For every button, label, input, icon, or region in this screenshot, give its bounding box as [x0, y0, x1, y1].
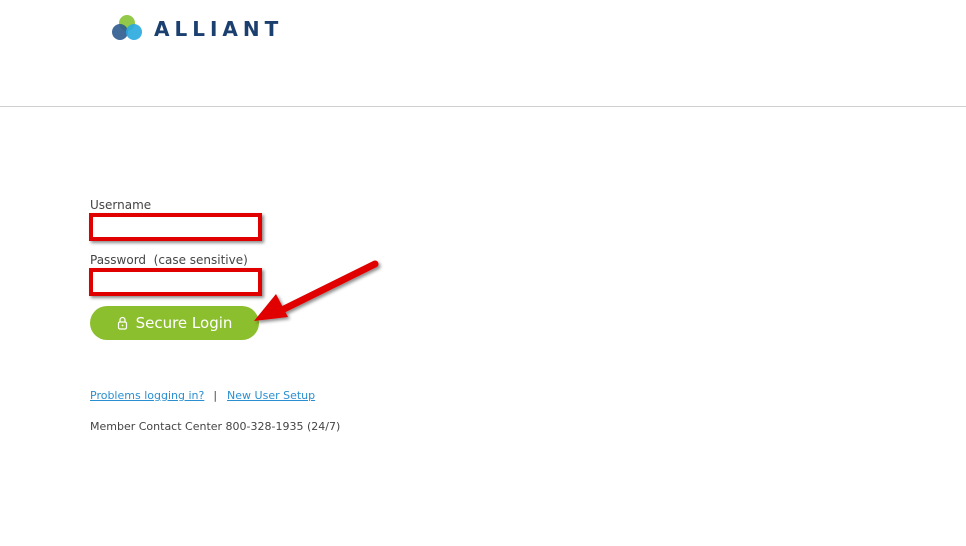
logo-wordmark: ALLIANT: [154, 17, 284, 41]
password-label: Password (case sensitive): [90, 253, 248, 267]
problems-logging-in-link[interactable]: Problems logging in?: [90, 389, 204, 402]
username-input[interactable]: [89, 213, 262, 241]
logo-circles-icon: [111, 15, 147, 43]
member-contact-center: Member Contact Center 800-328-1935 (24/7…: [90, 420, 341, 433]
secure-login-label: Secure Login: [135, 314, 233, 332]
alliant-logo[interactable]: ALLIANT: [111, 15, 283, 43]
secure-login-button[interactable]: Secure Login: [90, 306, 259, 340]
help-links: Problems logging in? | New User Setup: [90, 389, 315, 403]
password-input[interactable]: [89, 268, 262, 296]
username-label: Username: [90, 198, 152, 212]
link-separator: |: [213, 389, 218, 402]
lock-icon: [117, 316, 127, 330]
new-user-setup-link[interactable]: New User Setup: [227, 389, 315, 402]
red-arrow-annotation: [254, 260, 379, 321]
site-header: ALLIANT: [0, 0, 966, 107]
login-page: ALLIANT Username Password (case sensitiv…: [0, 0, 966, 546]
